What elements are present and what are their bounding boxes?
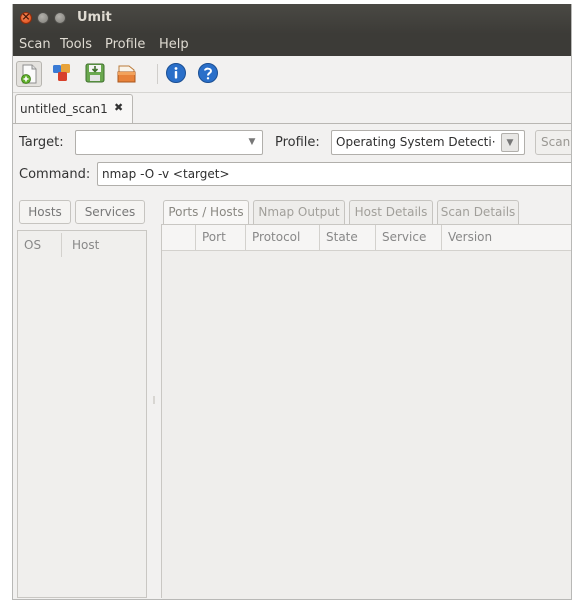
target-input[interactable]	[75, 130, 263, 155]
column-version[interactable]: Version	[442, 225, 571, 250]
profile-dropdown-arrow-icon[interactable]: ▼	[501, 133, 519, 152]
tab-untitled-scan[interactable]: untitled_scan1 ✖	[15, 94, 133, 124]
services-button[interactable]: Services	[75, 200, 145, 224]
title-bar: Umit	[13, 4, 571, 34]
toolbar	[13, 56, 571, 93]
target-dropdown-arrow-icon[interactable]: ▼	[243, 133, 261, 152]
window-title: Umit	[77, 10, 112, 25]
tab-nmap-output[interactable]: Nmap Output	[253, 200, 345, 224]
profile-label: Profile:	[275, 135, 320, 150]
hosts-list-panel: OS Host	[17, 230, 147, 598]
info-icon	[166, 63, 186, 83]
ports-table-panel: Port Protocol State Service Version	[161, 224, 571, 599]
column-state[interactable]: State	[320, 225, 376, 250]
folder-icon	[117, 65, 136, 83]
ports-table-header: Port Protocol State Service Version	[162, 225, 571, 251]
menu-bar: Scan Tools Profile Help	[13, 34, 571, 56]
tab-ports-hosts[interactable]: Ports / Hosts	[163, 200, 249, 224]
close-tab-icon[interactable]: ✖	[114, 101, 123, 114]
column-os[interactable]: OS	[18, 233, 62, 257]
menu-scan[interactable]: Scan	[19, 37, 51, 52]
pane-splitter[interactable]	[151, 200, 157, 598]
tab-host-details[interactable]: Host Details	[349, 200, 433, 224]
column-status-blank[interactable]	[162, 225, 196, 250]
menu-profile[interactable]: Profile	[105, 37, 145, 52]
menu-tools[interactable]: Tools	[60, 37, 92, 52]
close-window-button[interactable]	[20, 10, 32, 24]
tab-scan-details[interactable]: Scan Details	[437, 200, 519, 224]
command-wizard-button[interactable]	[50, 61, 76, 87]
ports-table-body[interactable]	[162, 251, 571, 599]
hosts-button[interactable]: Hosts	[19, 200, 71, 224]
help-button[interactable]	[196, 61, 222, 87]
open-scan-button[interactable]	[115, 61, 141, 87]
column-service[interactable]: Service	[376, 225, 442, 250]
command-label: Command:	[19, 167, 91, 182]
wizard-icon	[53, 64, 70, 81]
menu-help[interactable]: Help	[159, 37, 189, 52]
profile-combo[interactable]: Operating System Detecti·	[331, 130, 525, 155]
toolbar-separator	[157, 64, 158, 84]
help-icon	[198, 63, 218, 83]
maximize-window-button[interactable]	[54, 12, 66, 24]
about-button[interactable]	[164, 61, 190, 87]
column-host[interactable]: Host	[68, 233, 144, 257]
umit-window: Umit Scan Tools Profile Help	[12, 4, 572, 600]
minimize-window-button[interactable]	[37, 12, 49, 24]
new-scan-button[interactable]	[16, 61, 42, 87]
new-document-icon	[21, 64, 37, 84]
scan-button[interactable]: Scan	[535, 130, 571, 155]
target-label: Target:	[19, 135, 64, 150]
column-protocol[interactable]: Protocol	[246, 225, 320, 250]
save-icon	[85, 63, 105, 83]
command-input[interactable]	[97, 162, 571, 186]
tab-divider	[13, 123, 571, 124]
save-scan-button[interactable]	[83, 61, 109, 87]
column-port[interactable]: Port	[196, 225, 246, 250]
profile-value: Operating System Detecti·	[336, 135, 496, 149]
scan-tab-label: untitled_scan1	[20, 102, 108, 116]
